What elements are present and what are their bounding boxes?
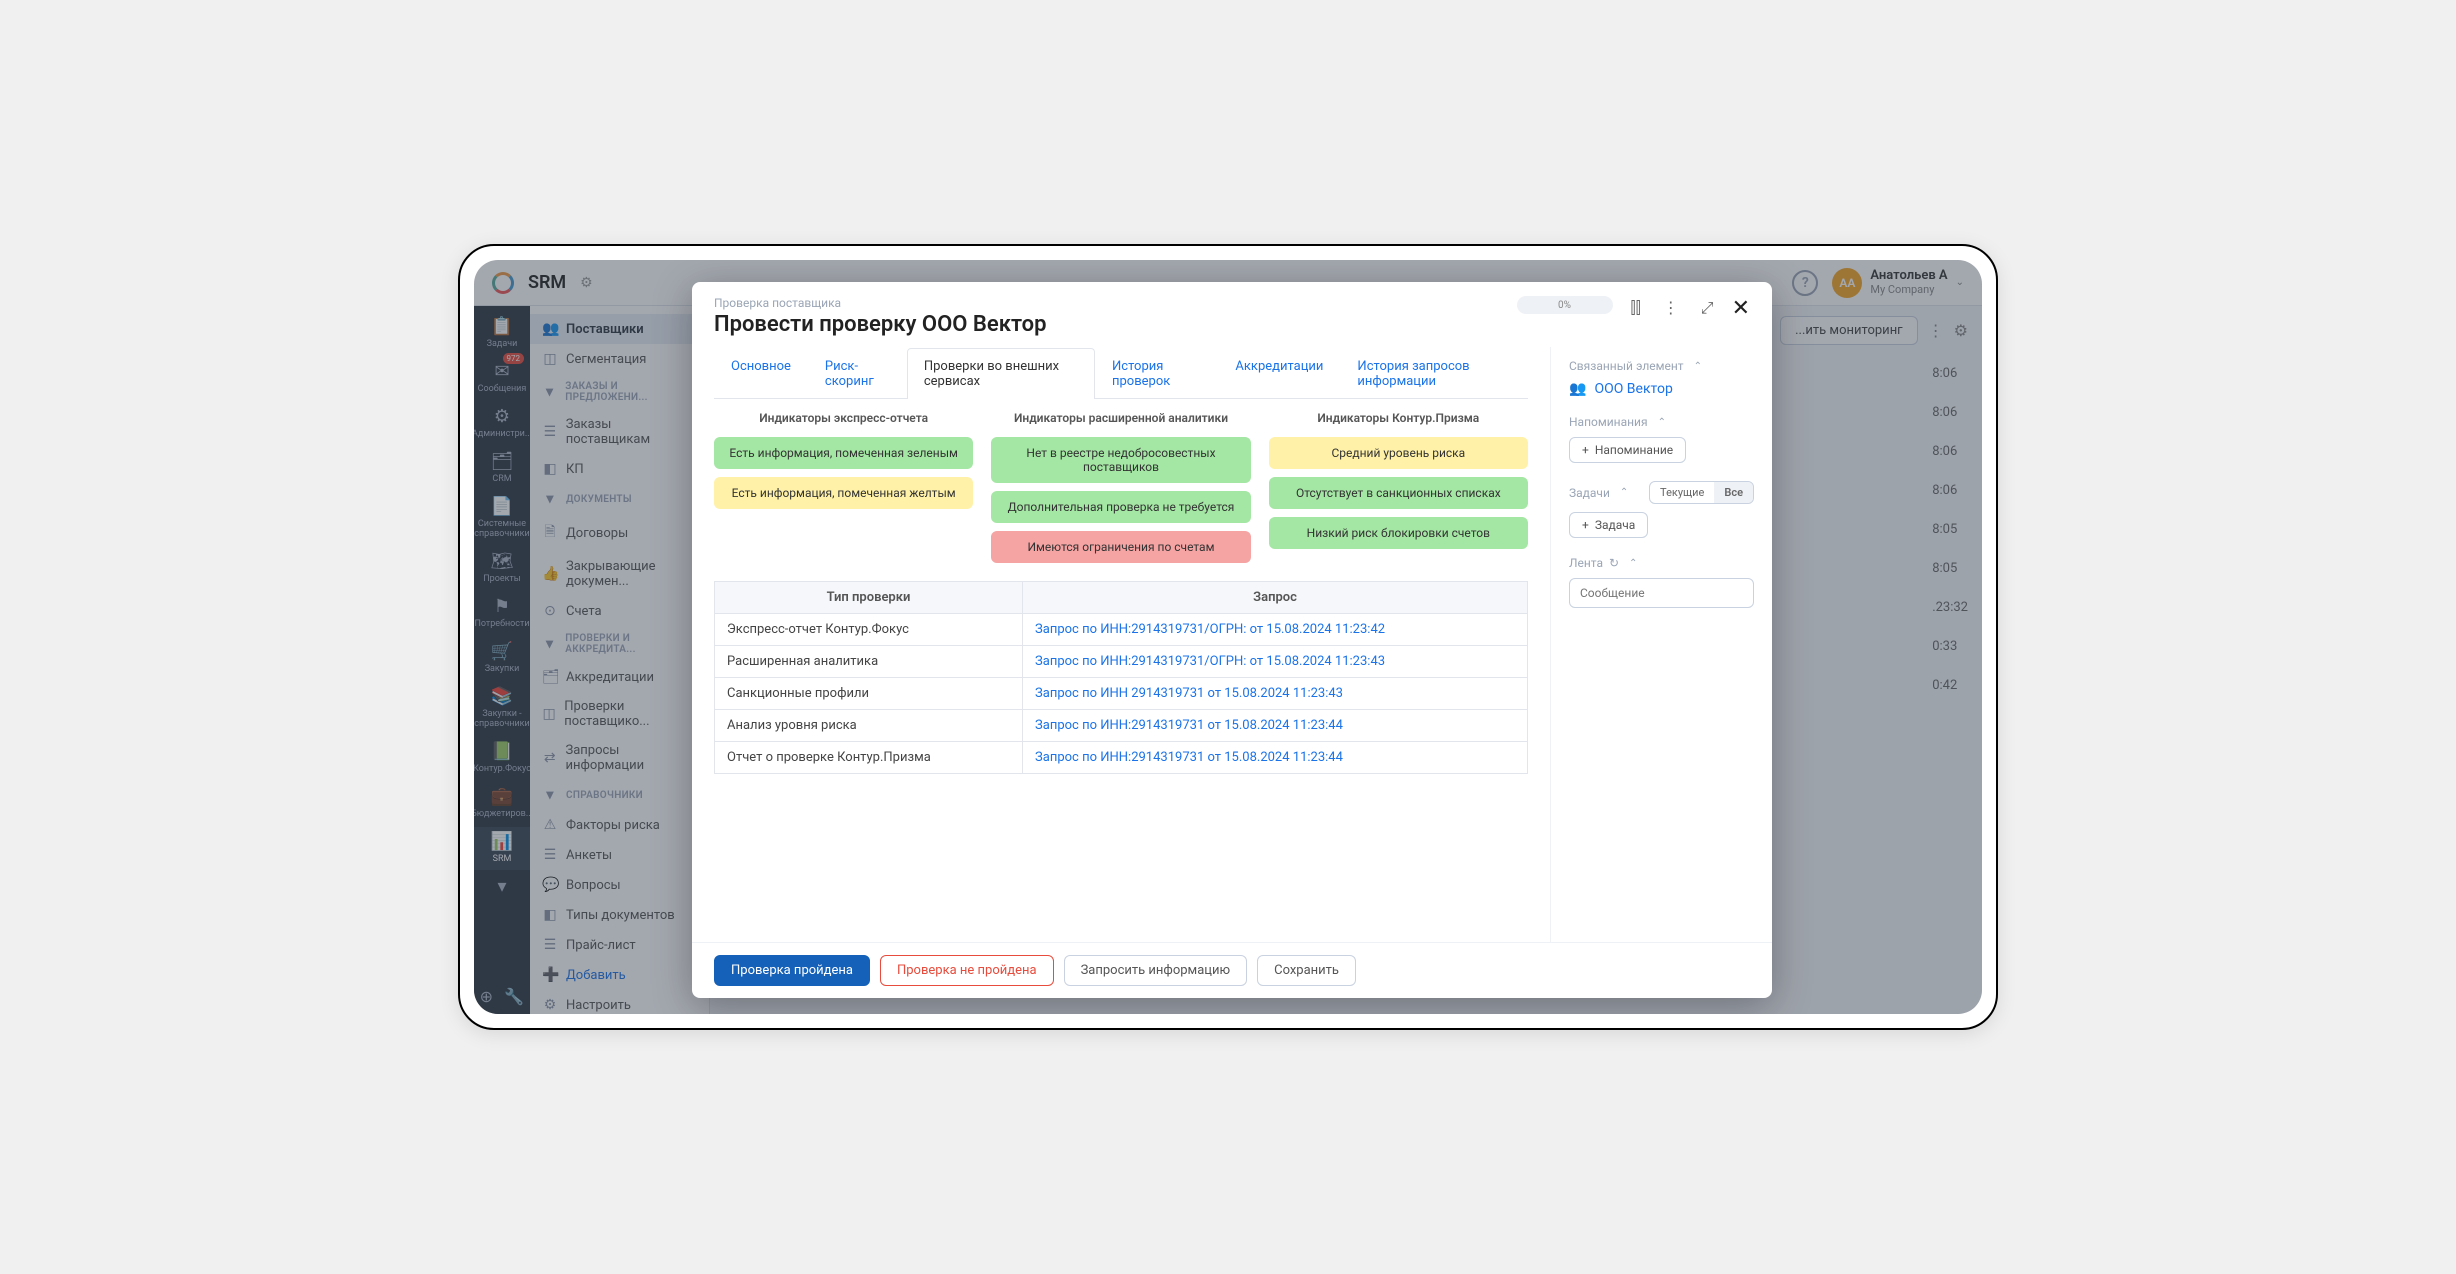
linked-element-link[interactable]: 👥 ООО Вектор bbox=[1569, 381, 1754, 397]
modal-tabs: ОсновноеРиск-скорингПроверки во внешних … bbox=[714, 347, 1528, 399]
request-link[interactable]: Запрос по ИНН:2914319731/ОГРН: от 15.08.… bbox=[1023, 646, 1528, 678]
feed-section-label[interactable]: Лента↻ bbox=[1569, 556, 1754, 570]
plus-icon: + bbox=[1582, 443, 1589, 457]
check-failed-button[interactable]: Проверка не пройдена bbox=[880, 955, 1054, 986]
check-type-cell: Расширенная аналитика bbox=[715, 646, 1023, 678]
tab[interactable]: История запросов информации bbox=[1340, 348, 1528, 399]
indicator-pill: Дополнительная проверка не требуется bbox=[991, 491, 1250, 523]
indicator-title: Индикаторы экспресс-отчета bbox=[759, 411, 928, 425]
indicator-title: Индикаторы расширенной аналитики bbox=[1014, 411, 1228, 425]
tab[interactable]: Риск-скоринг bbox=[808, 348, 907, 399]
group-icon: 👥 bbox=[1569, 381, 1586, 397]
progress-indicator: 0% bbox=[1517, 296, 1613, 314]
modal-sidebar: Связанный элемент 👥 ООО Вектор Напоминан… bbox=[1550, 347, 1772, 942]
expand-icon[interactable]: ⤢ bbox=[1697, 296, 1718, 320]
checks-table: Тип проверки Запрос Экспресс-отчет Конту… bbox=[714, 581, 1528, 774]
check-type-cell: Анализ уровня риска bbox=[715, 710, 1023, 742]
close-icon[interactable]: ✕ bbox=[1732, 296, 1750, 321]
indicator-pill: Отсутствует в санкционных списках bbox=[1269, 477, 1528, 509]
tab[interactable]: Аккредитации bbox=[1218, 348, 1340, 399]
tab[interactable]: История проверок bbox=[1095, 348, 1218, 399]
table-header: Тип проверки bbox=[715, 582, 1023, 614]
request-link[interactable]: Запрос по ИНН:2914319731 от 15.08.2024 1… bbox=[1023, 742, 1528, 774]
request-link[interactable]: Запрос по ИНН:2914319731/ОГРН: от 15.08.… bbox=[1023, 614, 1528, 646]
tab[interactable]: Основное bbox=[714, 348, 808, 399]
indicator-column: Индикаторы экспресс-отчета Есть информаци… bbox=[714, 411, 973, 563]
indicator-pill: Есть информация, помеченная желтым bbox=[714, 477, 973, 509]
reminders-section-label[interactable]: Напоминания bbox=[1569, 415, 1754, 429]
table-row: Расширенная аналитикаЗапрос по ИНН:29143… bbox=[715, 646, 1528, 678]
save-button[interactable]: Сохранить bbox=[1257, 955, 1356, 986]
check-type-cell: Санкционные профили bbox=[715, 678, 1023, 710]
app-viewport: SRM ⚙ ? АА Анатольев А My Company ⌄ 📋Зад… bbox=[474, 260, 1982, 1014]
book-icon[interactable]: ⫿⫿ bbox=[1627, 296, 1645, 320]
check-type-cell: Отчет о проверке Контур.Призма bbox=[715, 742, 1023, 774]
tasks-filter-toggle: Текущие Все bbox=[1649, 481, 1754, 504]
indicator-title: Индикаторы Контур.Призма bbox=[1317, 411, 1479, 425]
indicator-column: Индикаторы расширенной аналитики Нет в ре… bbox=[991, 411, 1250, 563]
check-passed-button[interactable]: Проверка пройдена bbox=[714, 955, 870, 986]
modal-footer: Проверка пройдена Проверка не пройдена З… bbox=[692, 942, 1772, 998]
indicator-pill: Имеются ограничения по счетам bbox=[991, 531, 1250, 563]
request-info-button[interactable]: Запросить информацию bbox=[1064, 955, 1248, 986]
device-frame: SRM ⚙ ? АА Анатольев А My Company ⌄ 📋Зад… bbox=[458, 244, 1998, 1030]
indicator-column: Индикаторы Контур.Призма Средний уровень … bbox=[1269, 411, 1528, 563]
table-row: Анализ уровня рискаЗапрос по ИНН:2914319… bbox=[715, 710, 1528, 742]
refresh-icon[interactable]: ↻ bbox=[1609, 556, 1619, 570]
supplier-check-modal: Проверка поставщика Провести проверку ОО… bbox=[692, 282, 1772, 998]
table-row: Санкционные профилиЗапрос по ИНН 2914319… bbox=[715, 678, 1528, 710]
kebab-icon[interactable]: ⋮ bbox=[1659, 296, 1683, 319]
request-link[interactable]: Запрос по ИНН:2914319731 от 15.08.2024 1… bbox=[1023, 710, 1528, 742]
table-row: Отчет о проверке Контур.ПризмаЗапрос по … bbox=[715, 742, 1528, 774]
plus-icon: + bbox=[1582, 518, 1589, 532]
modal-title: Провести проверку ООО Вектор bbox=[714, 312, 1503, 337]
toggle-current[interactable]: Текущие bbox=[1650, 482, 1714, 503]
request-link[interactable]: Запрос по ИНН 2914319731 от 15.08.2024 1… bbox=[1023, 678, 1528, 710]
breadcrumb: Проверка поставщика bbox=[714, 296, 1503, 310]
indicator-pill: Низкий риск блокировки счетов bbox=[1269, 517, 1528, 549]
indicator-pill: Есть информация, помеченная зеленым bbox=[714, 437, 973, 469]
toggle-all[interactable]: Все bbox=[1714, 482, 1753, 503]
feed-message-input[interactable] bbox=[1569, 578, 1754, 608]
table-header: Запрос bbox=[1023, 582, 1528, 614]
indicator-pill: Средний уровень риска bbox=[1269, 437, 1528, 469]
check-type-cell: Экспресс-отчет Контур.Фокус bbox=[715, 614, 1023, 646]
add-task-button[interactable]: +Задача bbox=[1569, 512, 1648, 538]
table-row: Экспресс-отчет Контур.ФокусЗапрос по ИНН… bbox=[715, 614, 1528, 646]
linked-section-label[interactable]: Связанный элемент bbox=[1569, 359, 1754, 373]
tasks-section-label[interactable]: Задачи bbox=[1569, 486, 1628, 500]
indicator-pill: Нет в реестре недобросовестных поставщик… bbox=[991, 437, 1250, 483]
add-reminder-button[interactable]: +Напоминание bbox=[1569, 437, 1686, 463]
tab[interactable]: Проверки во внешних сервисах bbox=[907, 348, 1095, 399]
